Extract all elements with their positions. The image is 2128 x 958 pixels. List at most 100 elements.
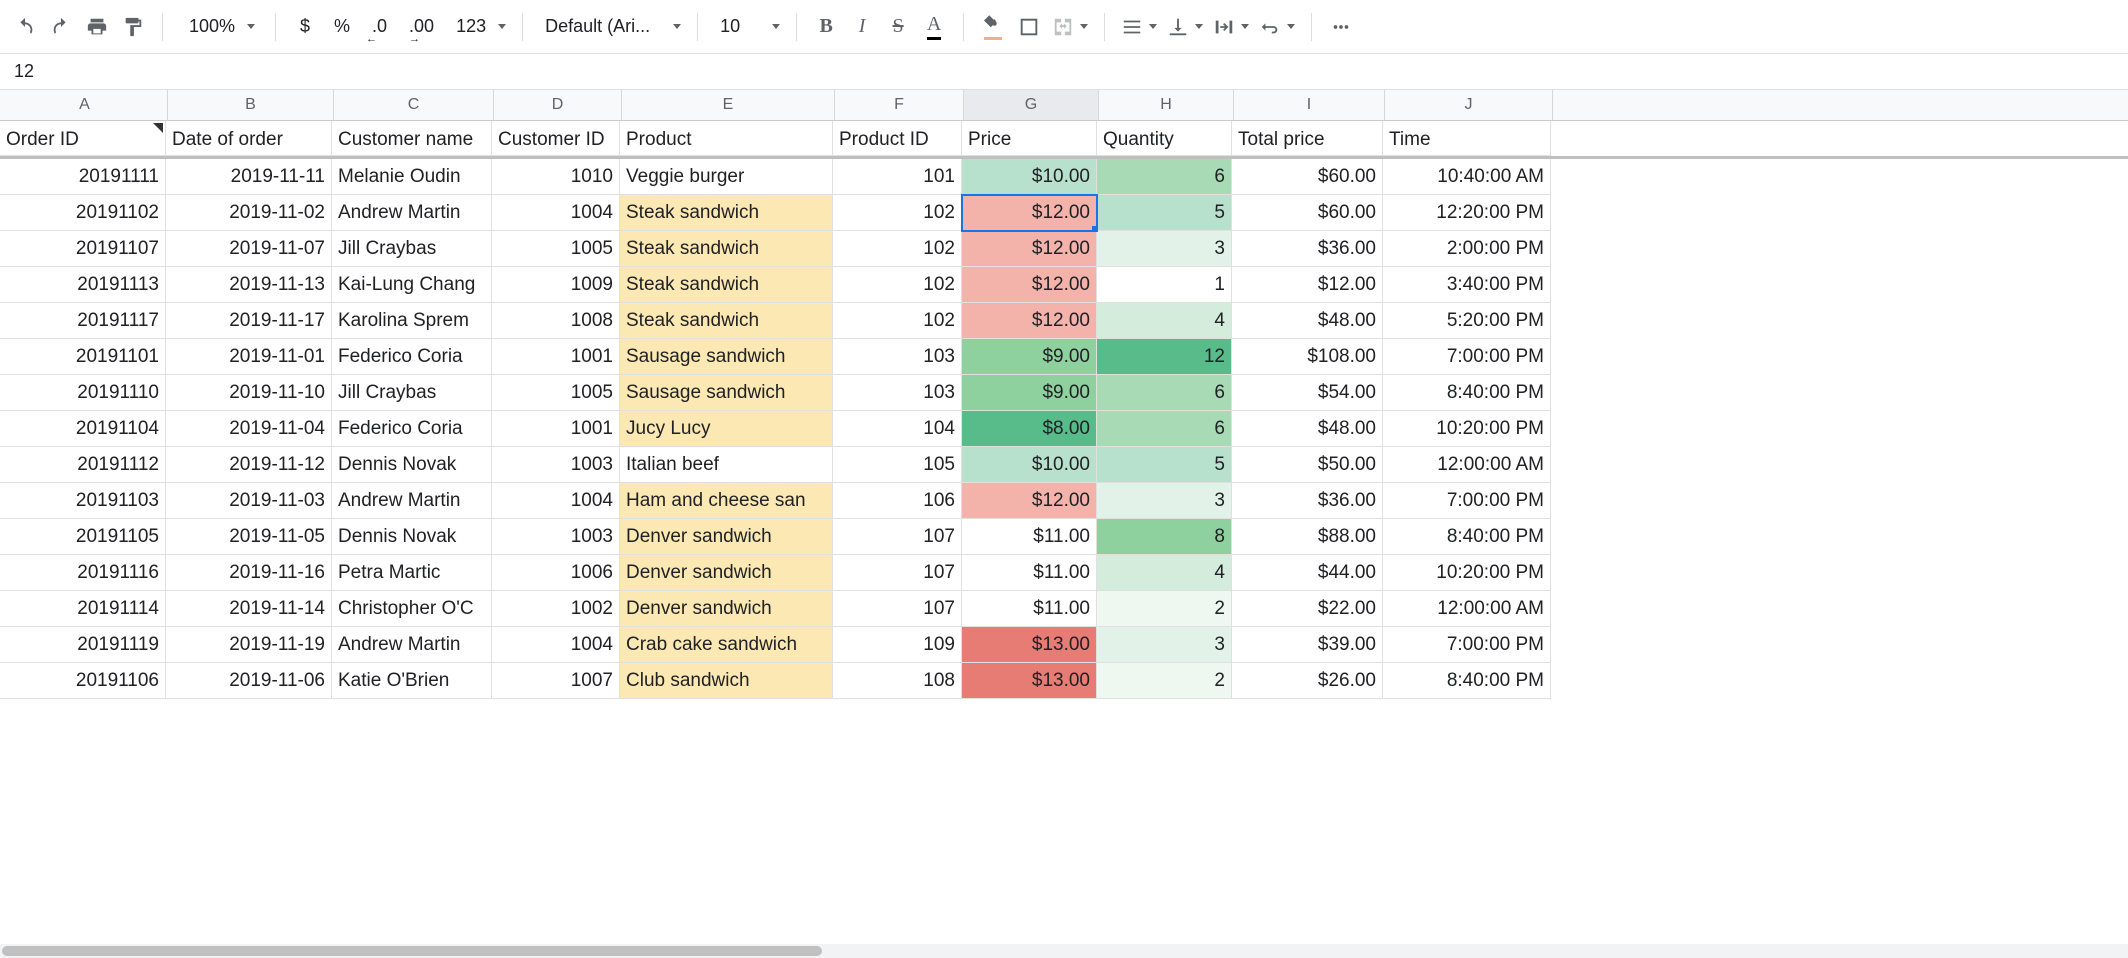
cell[interactable]: $88.00	[1232, 519, 1383, 555]
horizontal-scrollbar[interactable]	[0, 944, 2128, 958]
cell[interactable]: 1004	[492, 195, 620, 231]
cell[interactable]: Federico Coria	[332, 339, 492, 375]
fill-color-button[interactable]	[976, 10, 1010, 44]
header-cell[interactable]: Product	[620, 121, 833, 156]
cell[interactable]: 3:40:00 PM	[1383, 267, 1551, 303]
column-header-E[interactable]: E	[622, 90, 835, 120]
cell[interactable]: $48.00	[1232, 411, 1383, 447]
cell[interactable]: $36.00	[1232, 483, 1383, 519]
header-cell[interactable]: Customer ID	[492, 121, 620, 156]
text-rotation-dropdown[interactable]	[1255, 10, 1299, 44]
cell[interactable]: 1003	[492, 447, 620, 483]
cell[interactable]: Dennis Novak	[332, 519, 492, 555]
cell[interactable]: 20191113	[0, 267, 166, 303]
cell[interactable]: 108	[833, 663, 962, 699]
strikethrough-button[interactable]: S	[881, 10, 915, 44]
header-cell[interactable]: Customer name	[332, 121, 492, 156]
cell[interactable]: 7:00:00 PM	[1383, 339, 1551, 375]
column-header-D[interactable]: D	[494, 90, 622, 120]
undo-button[interactable]	[8, 10, 42, 44]
scrollbar-thumb[interactable]	[2, 946, 822, 956]
cell[interactable]: 7:00:00 PM	[1383, 483, 1551, 519]
cell[interactable]: $13.00	[962, 663, 1097, 699]
cell[interactable]: 1009	[492, 267, 620, 303]
redo-button[interactable]	[44, 10, 78, 44]
filter-icon[interactable]	[153, 123, 163, 133]
cell[interactable]: Steak sandwich	[620, 303, 833, 339]
cell[interactable]: 20191101	[0, 339, 166, 375]
cell[interactable]: $108.00	[1232, 339, 1383, 375]
cell[interactable]: 3	[1097, 627, 1232, 663]
cell[interactable]: $60.00	[1232, 195, 1383, 231]
column-header-F[interactable]: F	[835, 90, 964, 120]
cell[interactable]: Kai-Lung Chang	[332, 267, 492, 303]
cell[interactable]: $11.00	[962, 591, 1097, 627]
cell[interactable]: Katie O'Brien	[332, 663, 492, 699]
header-cell[interactable]: Order ID	[0, 121, 166, 156]
header-cell[interactable]: Product ID	[833, 121, 962, 156]
cell[interactable]: $12.00	[1232, 267, 1383, 303]
borders-button[interactable]	[1012, 10, 1046, 44]
cell[interactable]: Crab cake sandwich	[620, 627, 833, 663]
cell[interactable]: 20191117	[0, 303, 166, 339]
cell[interactable]: 1003	[492, 519, 620, 555]
paint-format-button[interactable]	[116, 10, 150, 44]
cell[interactable]: 1005	[492, 375, 620, 411]
cell[interactable]: $48.00	[1232, 303, 1383, 339]
cell[interactable]: 1004	[492, 627, 620, 663]
cell[interactable]: $12.00	[962, 267, 1097, 303]
cell[interactable]: Steak sandwich	[620, 231, 833, 267]
cell[interactable]: 20191119	[0, 627, 166, 663]
cell[interactable]: 5:20:00 PM	[1383, 303, 1551, 339]
cell[interactable]: 2019-11-03	[166, 483, 332, 519]
cell[interactable]: 6	[1097, 411, 1232, 447]
cell[interactable]: 6	[1097, 375, 1232, 411]
cell[interactable]: 1008	[492, 303, 620, 339]
cell[interactable]: Jucy Lucy	[620, 411, 833, 447]
column-header-A[interactable]: A	[2, 90, 168, 120]
cell[interactable]: 3	[1097, 231, 1232, 267]
cell[interactable]: 2019-11-10	[166, 375, 332, 411]
cell[interactable]: $8.00	[962, 411, 1097, 447]
cell[interactable]: Andrew Martin	[332, 195, 492, 231]
cell[interactable]: 103	[833, 375, 962, 411]
cell[interactable]: 1	[1097, 267, 1232, 303]
spreadsheet-grid[interactable]: Order IDDate of orderCustomer nameCustom…	[0, 121, 2128, 699]
column-header-B[interactable]: B	[168, 90, 334, 120]
cell[interactable]: Karolina Sprem	[332, 303, 492, 339]
cell[interactable]: 102	[833, 195, 962, 231]
cell[interactable]: 2019-11-16	[166, 555, 332, 591]
header-cell[interactable]: Price	[962, 121, 1097, 156]
cell[interactable]: 101	[833, 159, 962, 195]
cell[interactable]: 103	[833, 339, 962, 375]
cell[interactable]: $50.00	[1232, 447, 1383, 483]
cell[interactable]: 2019-11-19	[166, 627, 332, 663]
cell[interactable]: 5	[1097, 447, 1232, 483]
text-color-button[interactable]: A	[917, 10, 951, 44]
cell[interactable]: 105	[833, 447, 962, 483]
cell[interactable]: Andrew Martin	[332, 483, 492, 519]
cell[interactable]: $12.00	[962, 231, 1097, 267]
cell[interactable]: Steak sandwich	[620, 195, 833, 231]
cell[interactable]: $54.00	[1232, 375, 1383, 411]
cell[interactable]: 20191105	[0, 519, 166, 555]
cell[interactable]: 2019-11-02	[166, 195, 332, 231]
cell[interactable]: 3	[1097, 483, 1232, 519]
cell[interactable]: 8:40:00 PM	[1383, 519, 1551, 555]
format-currency-button[interactable]: $	[288, 10, 322, 44]
cell[interactable]: $36.00	[1232, 231, 1383, 267]
cell[interactable]: 8	[1097, 519, 1232, 555]
cell[interactable]: 1002	[492, 591, 620, 627]
header-cell[interactable]: Total price	[1232, 121, 1383, 156]
cell[interactable]: 8:40:00 PM	[1383, 375, 1551, 411]
cell[interactable]: 102	[833, 303, 962, 339]
cell[interactable]: 20191102	[0, 195, 166, 231]
column-header-C[interactable]: C	[334, 90, 494, 120]
cell[interactable]: 12:00:00 AM	[1383, 447, 1551, 483]
cell[interactable]: 5	[1097, 195, 1232, 231]
cell[interactable]: 2019-11-13	[166, 267, 332, 303]
cell[interactable]: $9.00	[962, 339, 1097, 375]
header-cell[interactable]: Quantity	[1097, 121, 1232, 156]
cell[interactable]: 1005	[492, 231, 620, 267]
cell[interactable]: 1001	[492, 411, 620, 447]
